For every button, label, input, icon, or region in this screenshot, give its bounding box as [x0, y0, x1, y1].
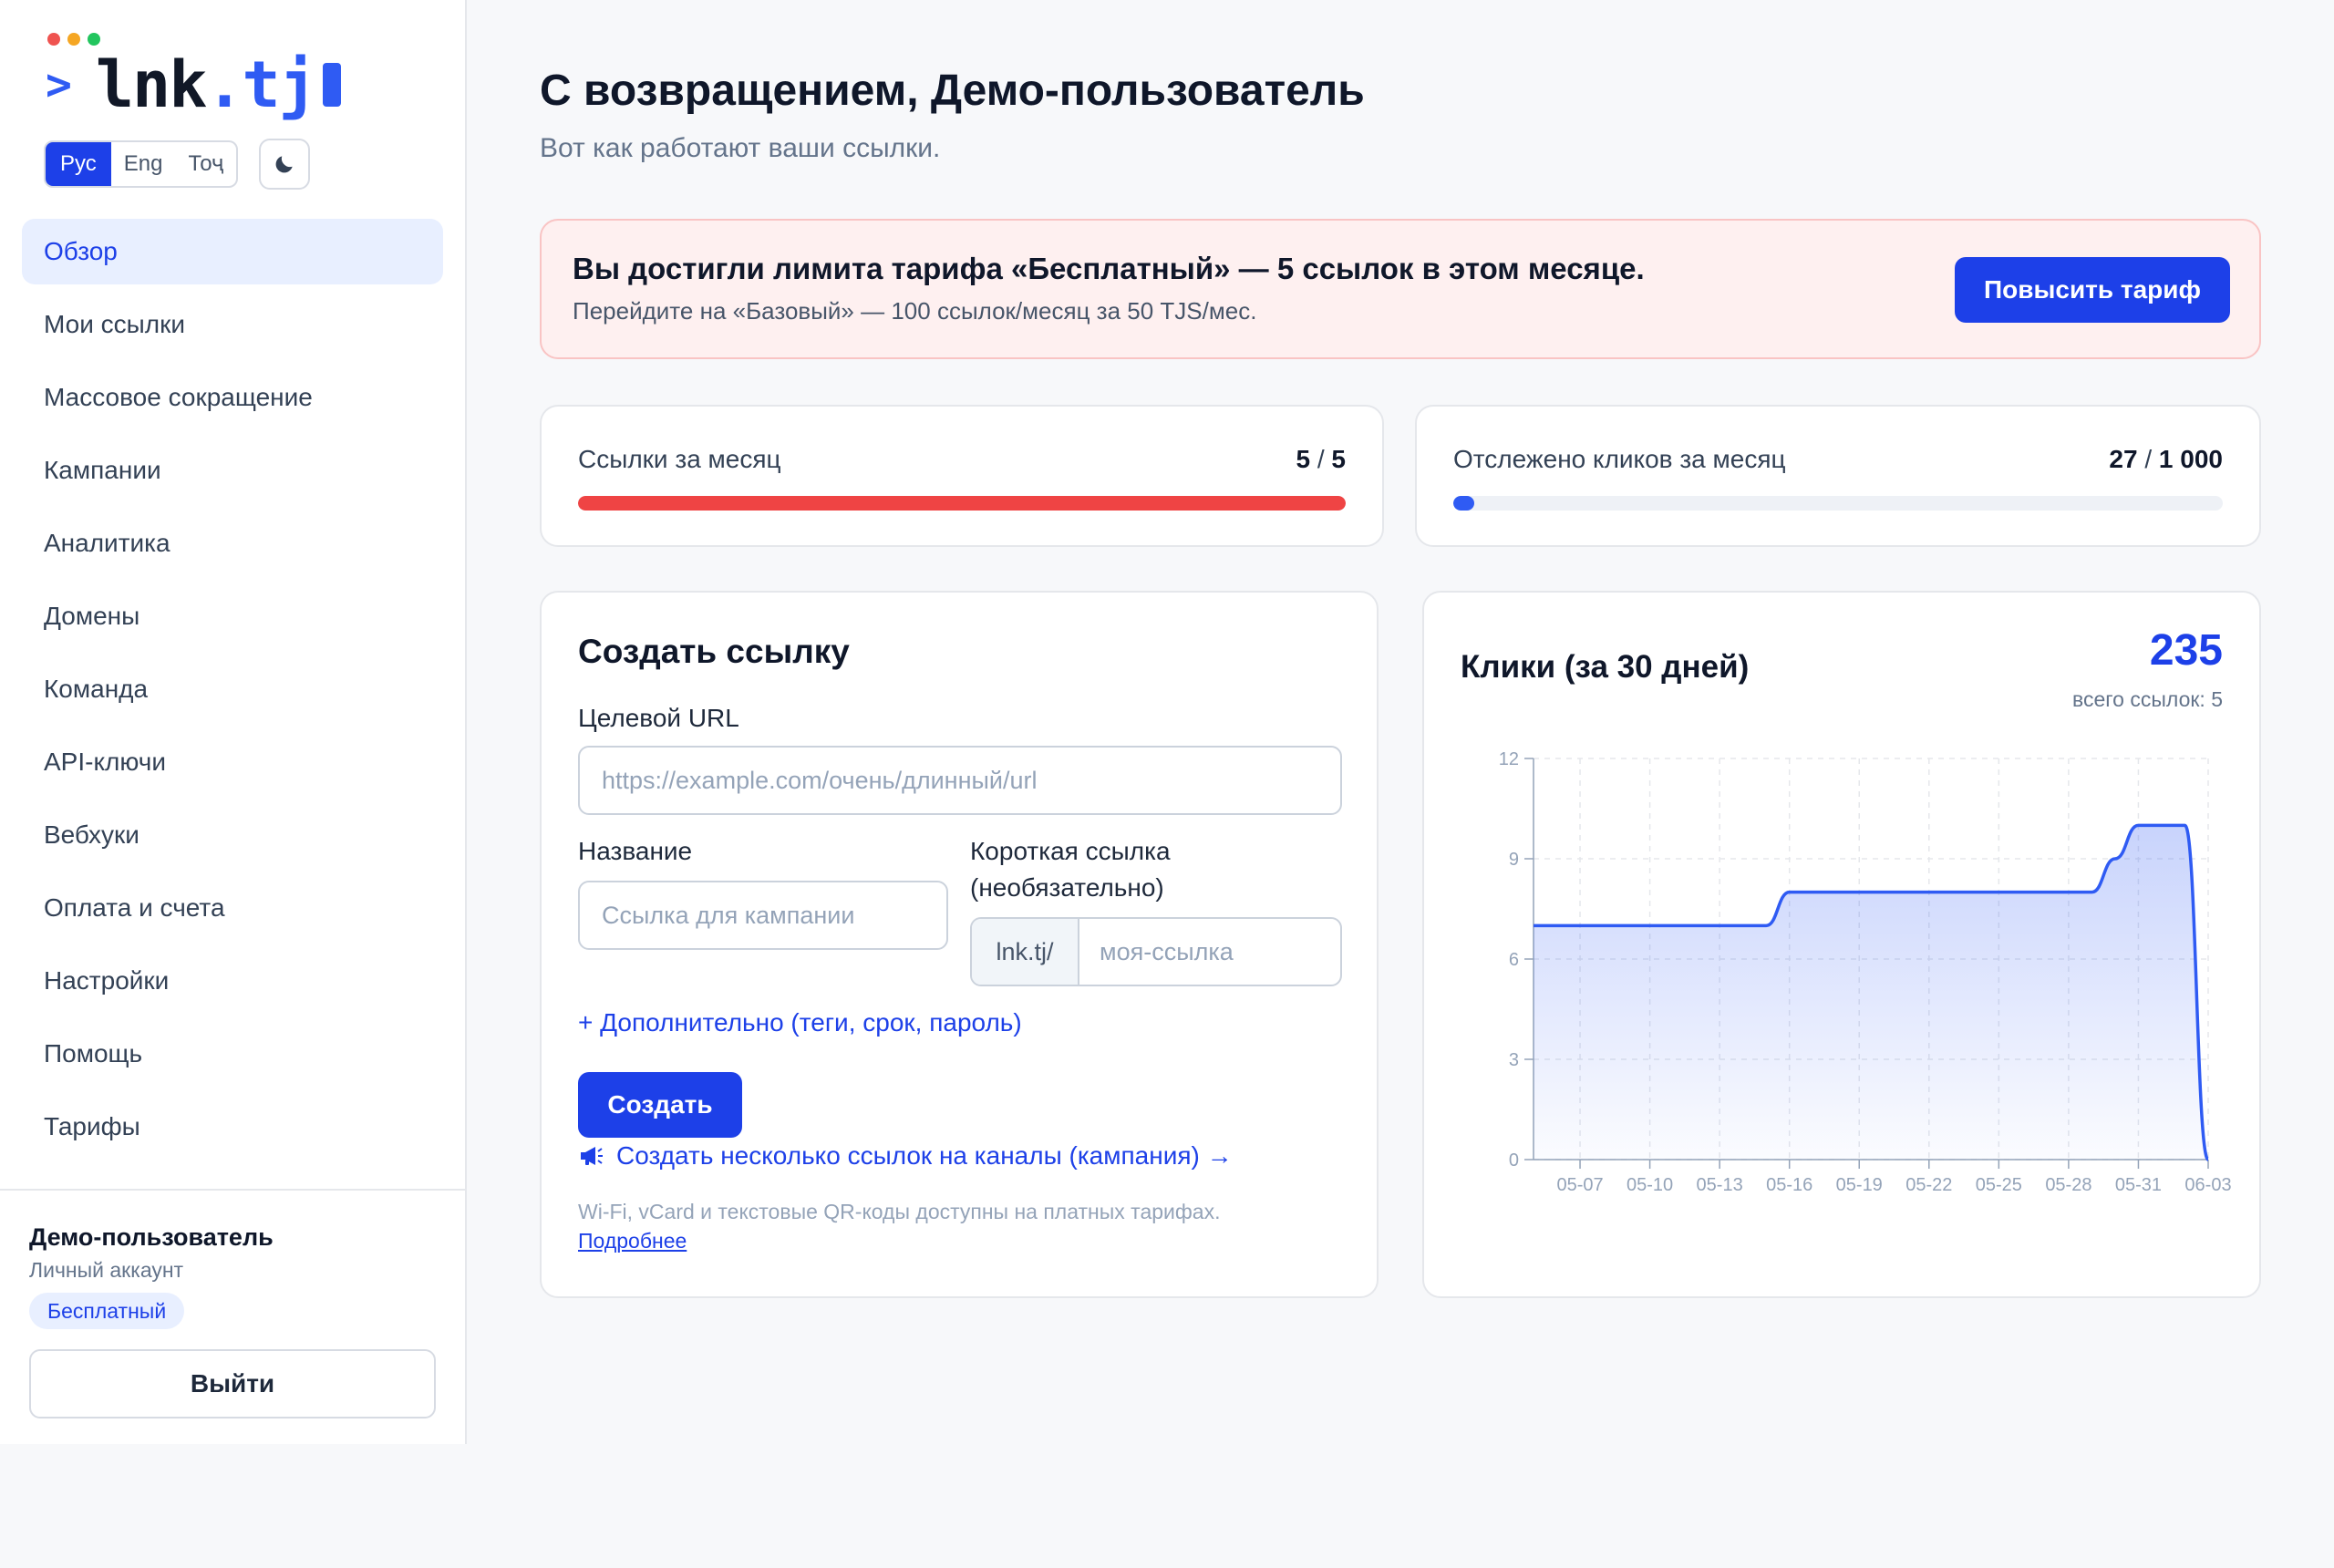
clicks-progress-bar	[1453, 496, 2223, 511]
links-usage-label: Ссылки за месяц	[578, 445, 781, 473]
sidebar-item-campaigns[interactable]: Кампании	[22, 438, 443, 503]
x-tick-label: 05-13	[1697, 1175, 1743, 1195]
plan-limit-alert: Вы достигли лимита тарифа «Бесплатный» —…	[540, 219, 2261, 359]
x-tick-label: 05-19	[1836, 1175, 1883, 1195]
name-label: Название	[578, 837, 693, 865]
links-usage-value: 5 / 5	[1296, 445, 1347, 473]
short-link-prefix: lnk.tj/	[972, 919, 1079, 985]
name-input[interactable]: Ссылка для кампании	[578, 881, 948, 950]
sidebar-nav: Обзор Мои ссылки Массовое сокращение Кам…	[22, 219, 443, 1167]
y-tick-label: 0	[1509, 1150, 1519, 1171]
logo-tld: tj	[242, 47, 317, 122]
clicks-usage-value: 27 / 1 000	[2109, 445, 2223, 473]
advanced-options-link[interactable]: + Дополнительно (теги, срок, пароль)	[578, 1008, 1022, 1037]
clicks-progress-fill	[1453, 496, 1474, 511]
create-link-title: Создать ссылку	[578, 633, 850, 670]
sidebar-item-team[interactable]: Команда	[22, 656, 443, 722]
clicks-chart: 0 3 6 9 12 05-07 05-10 05-13 05-16 05-19 05-22 05-2…	[1499, 749, 2232, 1195]
clicks-usage-card: Отслежено кликов за месяц 27 / 1 000	[1415, 405, 2261, 547]
cursor-icon	[322, 63, 341, 107]
alert-text: Перейдите на «Базовый» — 100 ссылок/меся…	[573, 297, 1257, 325]
learn-more-link[interactable]: Подробнее	[578, 1229, 687, 1253]
yellow-dot-icon	[67, 33, 80, 46]
sidebar-item-domains[interactable]: Домены	[22, 583, 443, 649]
campaign-link-label: Создать несколько ссылок на каналы (камп…	[616, 1141, 1233, 1170]
target-url-label: Целевой URL	[578, 704, 739, 732]
x-tick-label: 05-10	[1627, 1175, 1673, 1195]
sidebar-item-bulk-shorten[interactable]: Массовое сокращение	[22, 365, 443, 430]
x-tick-label: 05-22	[1905, 1175, 1952, 1195]
links-used: 5	[1296, 445, 1311, 473]
short-link-label: Короткая ссылка (необязательно)	[970, 833, 1171, 906]
sidebar-item-analytics[interactable]: Аналитика	[22, 511, 443, 576]
create-link-card: Создать ссылку Целевой URL https://examp…	[540, 591, 1379, 1298]
x-tick-label: 05-28	[2045, 1175, 2091, 1195]
y-tick-label: 3	[1509, 1050, 1519, 1070]
logo-prompt: >	[46, 59, 72, 110]
qr-note: Wi-Fi, vCard и текстовые QR-коды доступн…	[578, 1200, 1221, 1223]
red-dot-icon	[47, 33, 60, 46]
page-title: С возвращением, Демо-пользователь	[540, 67, 1365, 115]
upgrade-plan-button[interactable]: Повысить тариф	[1955, 257, 2230, 323]
clicks-area	[1534, 825, 2208, 1160]
window-dots	[47, 33, 100, 46]
logout-button[interactable]: Выйти	[29, 1349, 436, 1418]
create-button[interactable]: Создать	[578, 1072, 742, 1138]
account-type: Личный аккаунт	[29, 1258, 184, 1282]
logo-dot: .	[205, 47, 243, 122]
moon-icon	[275, 156, 293, 173]
green-dot-icon	[88, 33, 100, 46]
short-link-slug-input[interactable]: моя-ссылка	[1079, 919, 1234, 985]
alert-title: Вы достигли лимита тарифа «Бесплатный» —…	[573, 252, 1645, 285]
short-link-label-line2: (необязательно)	[970, 873, 1164, 902]
logo[interactable]: > lnk. tj	[46, 47, 341, 122]
megaphone-icon	[581, 1147, 603, 1165]
links-progress-fill	[578, 496, 1346, 511]
clicks-chart-card: Клики (за 30 дней) 235 всего ссылок: 5 0…	[1422, 591, 2261, 1298]
target-url-input[interactable]: https://example.com/очень/длинный/url	[578, 746, 1342, 815]
user-panel: Демо-пользователь Личный аккаунт Бесплат…	[0, 1189, 465, 1444]
clicks-used: 27	[2109, 445, 2138, 473]
clicks-limit: 1 000	[2158, 445, 2223, 473]
clicks-usage-label: Отслежено кликов за месяц	[1453, 445, 1786, 473]
sidebar-item-pricing[interactable]: Тарифы	[22, 1094, 443, 1160]
links-limit: 5	[1331, 445, 1346, 473]
page-subtitle: Вот как работают ваши ссылки.	[540, 133, 941, 163]
x-tick-label: 05-07	[1556, 1175, 1603, 1195]
sidebar-item-api-keys[interactable]: API-ключи	[22, 729, 443, 795]
lang-tj[interactable]: Тоҷ	[175, 142, 236, 186]
sidebar-item-help[interactable]: Помощь	[22, 1021, 443, 1087]
short-link-input[interactable]: lnk.tj/ моя-ссылка	[970, 917, 1342, 986]
lang-ru[interactable]: Рус	[46, 142, 111, 186]
x-tick-label: 05-16	[1766, 1175, 1812, 1195]
y-tick-label: 12	[1499, 749, 1519, 769]
plan-badge: Бесплатный	[29, 1293, 185, 1329]
sidebar-item-billing[interactable]: Оплата и счета	[22, 875, 443, 941]
x-tick-label: 05-31	[2115, 1175, 2162, 1195]
links-progress-bar	[578, 496, 1346, 511]
theme-toggle-button[interactable]	[259, 139, 310, 190]
sidebar-item-webhooks[interactable]: Вебхуки	[22, 802, 443, 868]
x-tick-label: 05-25	[1976, 1175, 2022, 1195]
y-tick-label: 9	[1509, 850, 1519, 870]
x-tick-label: 06-03	[2184, 1175, 2231, 1195]
sidebar-item-settings[interactable]: Настройки	[22, 948, 443, 1014]
lang-en[interactable]: Eng	[111, 142, 176, 186]
sidebar: > lnk. tj Рус Eng Тоҷ Обзор Мои ссылки Ма…	[0, 0, 467, 1444]
y-tick-label: 6	[1509, 950, 1519, 970]
logo-name: lnk	[95, 47, 207, 122]
language-switcher: Рус Eng Тоҷ	[44, 140, 239, 188]
campaign-link[interactable]: Создать несколько ссылок на каналы (камп…	[578, 1141, 1233, 1171]
short-link-label-line1: Короткая ссылка	[970, 837, 1171, 865]
links-usage-card: Ссылки за месяц 5 / 5	[540, 405, 1384, 547]
sidebar-item-my-links[interactable]: Мои ссылки	[22, 292, 443, 357]
sidebar-item-overview[interactable]: Обзор	[22, 219, 443, 284]
user-name: Демо-пользователь	[29, 1223, 274, 1251]
